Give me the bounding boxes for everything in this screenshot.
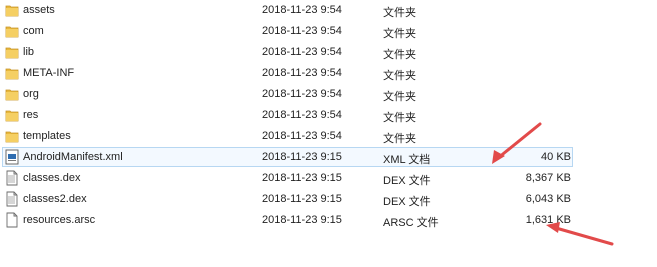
file-name: classes2.dex	[23, 193, 87, 205]
file-type: 文件夹	[383, 133, 416, 145]
file-type: DEX 文件	[383, 175, 431, 187]
file-date: 2018-11-23 9:15	[262, 151, 342, 163]
file-icon	[5, 170, 19, 186]
file-name: AndroidManifest.xml	[23, 151, 123, 163]
folder-icon	[5, 2, 19, 18]
file-date: 2018-11-23 9:54	[262, 4, 342, 16]
file-type: XML 文档	[383, 154, 431, 166]
file-type: 文件夹	[383, 70, 416, 82]
list-item[interactable]: resources.arsc 2018-11-23 9:15 ARSC 文件 1…	[0, 210, 657, 231]
file-list: assets 2018-11-23 9:54 文件夹 com 2018-11-2…	[0, 0, 657, 231]
folder-icon	[5, 44, 19, 60]
file-icon	[5, 212, 19, 228]
file-date: 2018-11-23 9:54	[262, 25, 342, 37]
list-item[interactable]: res 2018-11-23 9:54 文件夹	[0, 105, 657, 126]
file-name: res	[23, 109, 39, 121]
file-type: 文件夹	[383, 112, 416, 124]
file-date: 2018-11-23 9:54	[262, 130, 342, 142]
file-name: lib	[23, 46, 35, 58]
file-name: templates	[23, 130, 71, 142]
file-size: 1,631 KB	[525, 214, 571, 226]
list-item[interactable]: META-INF 2018-11-23 9:54 文件夹	[0, 63, 657, 84]
list-item[interactable]: classes.dex 2018-11-23 9:15 DEX 文件 8,367…	[0, 168, 657, 189]
file-name: classes.dex	[23, 172, 81, 184]
file-date: 2018-11-23 9:15	[262, 172, 342, 184]
file-type: 文件夹	[383, 91, 416, 103]
file-size: 40 KB	[541, 151, 571, 163]
list-item[interactable]: com 2018-11-23 9:54 文件夹	[0, 21, 657, 42]
folder-icon	[5, 23, 19, 39]
file-name: META-INF	[23, 67, 75, 79]
folder-icon	[5, 128, 19, 144]
file-size: 6,043 KB	[525, 193, 571, 205]
file-name: assets	[23, 4, 55, 16]
list-item[interactable]: classes2.dex 2018-11-23 9:15 DEX 文件 6,04…	[0, 189, 657, 210]
file-date: 2018-11-23 9:54	[262, 46, 342, 58]
file-type: 文件夹	[383, 49, 416, 61]
xml-file-icon	[5, 149, 19, 165]
list-item[interactable]: AndroidManifest.xml 2018-11-23 9:15 XML …	[0, 147, 657, 168]
file-name: org	[23, 88, 39, 100]
list-item[interactable]: lib 2018-11-23 9:54 文件夹	[0, 42, 657, 63]
folder-icon	[5, 107, 19, 123]
file-size: 8,367 KB	[525, 172, 571, 184]
list-item[interactable]: assets 2018-11-23 9:54 文件夹	[0, 0, 657, 21]
file-date: 2018-11-23 9:54	[262, 88, 342, 100]
file-type: 文件夹	[383, 7, 416, 19]
file-type: 文件夹	[383, 28, 416, 40]
file-date: 2018-11-23 9:54	[262, 67, 342, 79]
list-item[interactable]: templates 2018-11-23 9:54 文件夹	[0, 126, 657, 147]
file-date: 2018-11-23 9:15	[262, 193, 342, 205]
file-type: ARSC 文件	[383, 217, 439, 229]
folder-icon	[5, 86, 19, 102]
file-date: 2018-11-23 9:15	[262, 214, 342, 226]
file-name: com	[23, 25, 44, 37]
file-icon	[5, 191, 19, 207]
file-type: DEX 文件	[383, 196, 431, 208]
list-item[interactable]: org 2018-11-23 9:54 文件夹	[0, 84, 657, 105]
folder-icon	[5, 65, 19, 81]
file-name: resources.arsc	[23, 214, 96, 226]
file-date: 2018-11-23 9:54	[262, 109, 342, 121]
